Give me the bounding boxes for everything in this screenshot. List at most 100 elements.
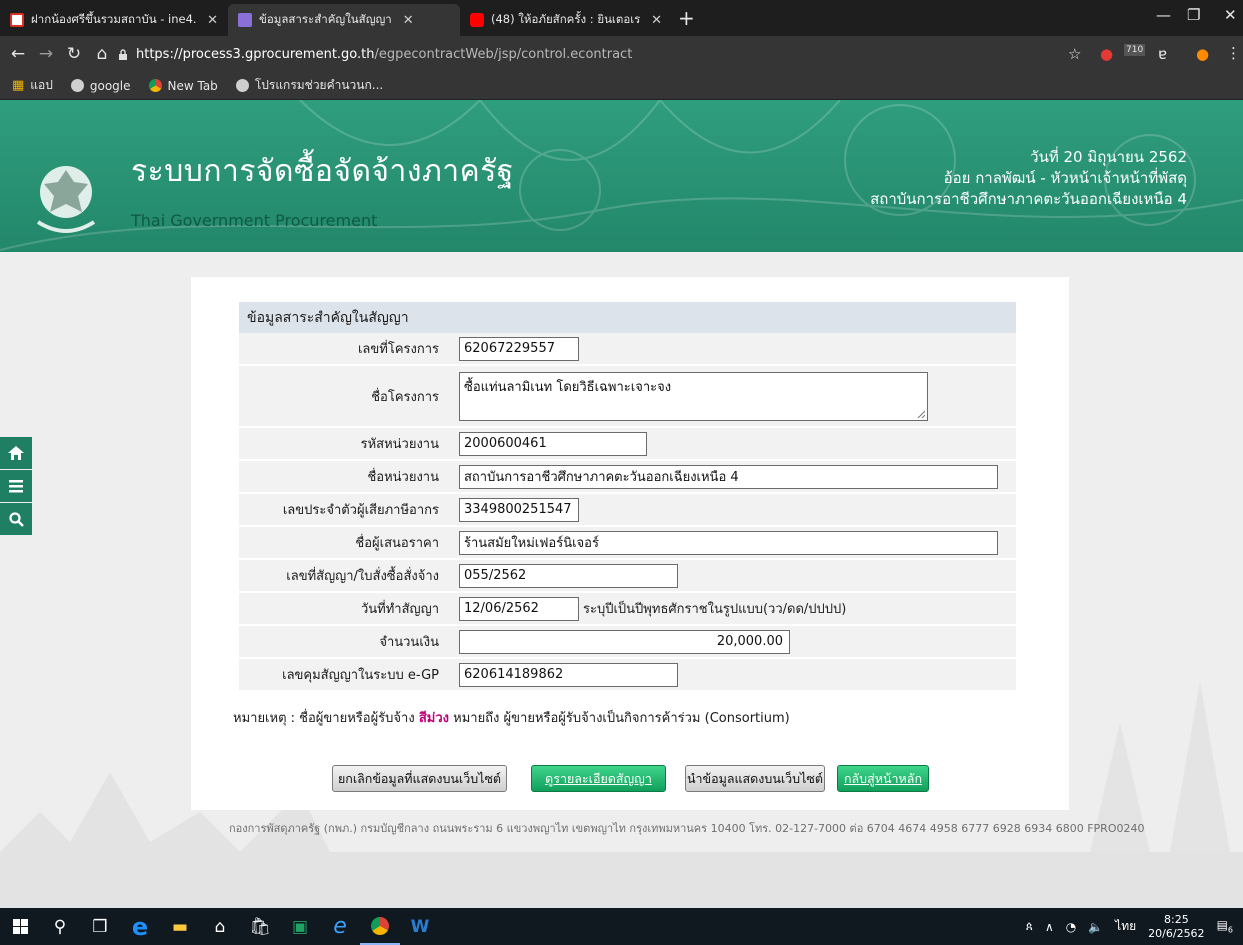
browser-tab-strip: ฝากน้องศรีขึ้นรวมสถาบัน - ine4.ubc ✕ ข้อ… bbox=[0, 0, 1243, 36]
bookmark-newtab[interactable]: New Tab bbox=[148, 78, 218, 93]
cancel-display-button[interactable]: ยกเลิกข้อมูลที่แสดงบนเว็บไซต์ bbox=[332, 765, 507, 792]
internet-explorer-icon[interactable]: e bbox=[320, 908, 360, 945]
gmail-badge-icon[interactable]: 710 bbox=[1124, 44, 1146, 56]
agency-name-field[interactable]: สถาบันการอาชีวศึกษาภาคตะวันออกเฉียงเหนือ… bbox=[459, 464, 998, 489]
back-home-button[interactable]: กลับสู่หน้าหลัก bbox=[837, 765, 929, 792]
address-toolbar: ← → ↻ ⌂ https://process3.gprocurement.go… bbox=[0, 36, 1243, 72]
close-window-icon[interactable]: ✕ bbox=[1224, 6, 1237, 24]
side-toolbar bbox=[0, 437, 32, 536]
row-project-number: เลขที่โครงการ 62067229557 bbox=[239, 333, 1016, 366]
chrome-icon[interactable] bbox=[360, 908, 400, 945]
project-name-textarea[interactable]: ซื้อแท่นลามิเนท โดยวิธีเฉพาะเจาะจง bbox=[459, 371, 928, 421]
profile-avatar-icon[interactable]: ● bbox=[1196, 45, 1209, 63]
back-icon[interactable]: ← bbox=[4, 44, 32, 64]
field-label: เลขคุมสัญญาในระบบ e-GP bbox=[282, 668, 439, 683]
row-project-name: ชื่อโครงการ ซื้อแท่นลามิเนท โดยวิธีเฉพาะ… bbox=[239, 366, 1016, 428]
bookmark-google[interactable]: google bbox=[70, 79, 131, 93]
new-tab-button[interactable]: + bbox=[672, 6, 705, 36]
close-tab-icon[interactable]: ✕ bbox=[207, 13, 218, 28]
url-host: https://process3.gprocurement.go.th bbox=[136, 46, 375, 62]
bidder-name-field[interactable]: ร้านสมัยใหม่เฟอร์นิเจอร์ bbox=[459, 530, 998, 555]
row-contract-number: เลขที่สัญญา/ใบสั่งซื้อสั่งจ้าง 055/2562 bbox=[239, 560, 1016, 593]
row-agency-name: ชื่อหน่วยงาน สถาบันการอาชีวศึกษาภาคตะวัน… bbox=[239, 461, 1016, 494]
globe-icon bbox=[70, 79, 84, 92]
row-agency-code: รหัสหน่วยงาน 2000600461 bbox=[239, 428, 1016, 461]
url-path: /egpecontractWeb/jsp/control.econtract bbox=[374, 46, 633, 62]
notification-count: 6 bbox=[1227, 925, 1233, 935]
amount-field[interactable]: 20,000.00 bbox=[459, 629, 790, 654]
globe-icon bbox=[235, 79, 249, 92]
search-icon[interactable]: ⚲ bbox=[40, 908, 80, 945]
agency-code-field[interactable]: 2000600461 bbox=[459, 431, 647, 456]
store-icon[interactable]: 🛍 bbox=[240, 908, 280, 945]
chevron-up-icon[interactable]: ∧ bbox=[1045, 920, 1054, 934]
egp-control-number-field[interactable]: 620614189862 bbox=[459, 662, 678, 687]
form-heading: ข้อมูลสาระสำคัญในสัญญา bbox=[239, 302, 1016, 333]
close-tab-icon[interactable]: ✕ bbox=[403, 13, 414, 28]
clock-time: 8:25 bbox=[1164, 912, 1189, 926]
task-view-icon[interactable]: ❒ bbox=[80, 908, 120, 945]
home-icon[interactable] bbox=[0, 437, 32, 469]
bookmark-apps[interactable]: ▦ แอป bbox=[12, 76, 53, 95]
view-contract-button[interactable]: ดูรายละเอียดสัญญา bbox=[531, 765, 666, 792]
browser-tab-1[interactable]: ฝากน้องศรีขึ้นรวมสถาบัน - ine4.ubc ✕ bbox=[0, 4, 228, 36]
field-label: วันที่ทำสัญญา bbox=[360, 602, 439, 617]
file-explorer-icon[interactable]: ▬ bbox=[160, 908, 200, 945]
extension-icon[interactable]: ɐ bbox=[1158, 45, 1167, 63]
system-tray: ጰ ∧ ◔ 🔈 ไทย 8:25 20/6/2562 ▤6 bbox=[1026, 908, 1243, 945]
browser-tab-3[interactable]: (48) ให้อภัยสักครั้ง : ยินเตอเรลลำ ✕ bbox=[460, 4, 672, 36]
row-contract-date: วันที่ทำสัญญา 12/06/2562 ระบุปีเป็นปีพุท… bbox=[239, 593, 1016, 626]
extension-red-icon[interactable]: ● bbox=[1100, 45, 1113, 63]
site-title: ระบบการจัดซื้อจัดจ้างภาครัฐ bbox=[131, 154, 514, 189]
url-field[interactable]: https://process3.gprocurement.go.th/egpe… bbox=[118, 41, 1126, 67]
contract-panel: ข้อมูลสาระสำคัญในสัญญา เลขที่โครงการ 620… bbox=[191, 277, 1069, 810]
people-icon[interactable]: ጰ bbox=[1026, 919, 1033, 934]
home-icon[interactable]: ⌂ bbox=[88, 44, 116, 64]
menu-kebab-icon[interactable]: ⋮ bbox=[1226, 44, 1241, 62]
bookmark-label: แอป bbox=[30, 78, 53, 92]
field-label: ชื่อหน่วยงาน bbox=[367, 470, 439, 485]
bookmark-label: New Tab bbox=[167, 78, 218, 93]
excel-icon[interactable]: ▣ bbox=[280, 908, 320, 945]
publish-button[interactable]: นำข้อมูลแสดงบนเว็บไซต์ bbox=[685, 765, 825, 792]
close-tab-icon[interactable]: ✕ bbox=[651, 13, 662, 28]
browser-tab-2[interactable]: ข้อมูลสาระสำคัญในสัญญา ✕ bbox=[228, 4, 460, 36]
note-highlight: สีม่วง bbox=[418, 711, 449, 726]
windows-start-icon[interactable] bbox=[0, 908, 40, 945]
row-bidder-name: ชื่อผู้เสนอราคา ร้านสมัยใหม่เฟอร์นิเจอร์ bbox=[239, 527, 1016, 560]
project-number-field[interactable]: 62067229557 bbox=[459, 336, 579, 361]
tab-title: ข้อมูลสาระสำคัญในสัญญา bbox=[259, 12, 392, 26]
input-language[interactable]: ไทย bbox=[1115, 917, 1136, 936]
windows-taskbar: ⚲ ❒ e ▬ ⌂ 🛍 ▣ e W ጰ ∧ ◔ 🔈 ไทย 8:25 20/6/… bbox=[0, 908, 1243, 945]
forward-icon[interactable]: → bbox=[32, 44, 60, 64]
edge-icon[interactable]: e bbox=[120, 908, 160, 945]
bookmarks-bar: ▦ แอป google New Tab โปรแกรมช่วยคำนวนก..… bbox=[0, 72, 1243, 100]
contract-form: ข้อมูลสาระสำคัญในสัญญา เลขที่โครงการ 620… bbox=[239, 302, 1016, 692]
menu-icon[interactable] bbox=[0, 470, 32, 502]
network-icon[interactable]: ◔ bbox=[1066, 920, 1076, 934]
view-contract-label: ดูรายละเอียดสัญญา bbox=[545, 770, 652, 786]
bookmark-calculator[interactable]: โปรแกรมช่วยคำนวนก... bbox=[235, 76, 383, 95]
date-format-hint: ระบุปีเป็นปีพุทธศักราชในรูปแบบ(วว/ดด/ปปป… bbox=[583, 602, 847, 617]
tax-id-field[interactable]: 3349800251547 bbox=[459, 497, 579, 522]
reload-icon[interactable]: ↻ bbox=[60, 44, 88, 64]
contract-date-field[interactable]: 12/06/2562 bbox=[459, 596, 579, 621]
clock[interactable]: 8:25 20/6/2562 bbox=[1148, 913, 1204, 941]
note-suffix: หมายถึง ผู้ขายหรือผู้รับจ้างเป็นกิจการค้… bbox=[453, 711, 790, 726]
field-label: ชื่อผู้เสนอราคา bbox=[355, 536, 439, 551]
bookmark-star-icon[interactable]: ☆ bbox=[1068, 45, 1081, 63]
user-name: อ้อย กาลพัฒน์ - หัวหน้าเจ้าหน้าที่พัสดุ bbox=[943, 169, 1187, 187]
volume-icon[interactable]: 🔈 bbox=[1088, 920, 1103, 934]
search-icon[interactable] bbox=[0, 503, 32, 535]
tab-title: ฝากน้องศรีขึ้นรวมสถาบัน - ine4.ubc bbox=[31, 12, 196, 26]
notification-icon[interactable]: ▤6 bbox=[1217, 918, 1233, 934]
resize-grip-icon[interactable] bbox=[917, 410, 925, 418]
note-prefix: หมายเหตุ : ชื่อผู้ขายหรือผู้รับจ้าง bbox=[233, 711, 415, 726]
home-app-icon[interactable]: ⌂ bbox=[200, 908, 240, 945]
contract-number-field[interactable]: 055/2562 bbox=[459, 563, 678, 588]
back-home-label: กลับสู่หน้าหลัก bbox=[843, 770, 923, 786]
word-icon[interactable]: W bbox=[400, 908, 440, 945]
minimize-icon[interactable]: — bbox=[1156, 6, 1171, 24]
restore-icon[interactable]: ❐ bbox=[1187, 6, 1200, 24]
youtube-icon bbox=[470, 13, 484, 27]
